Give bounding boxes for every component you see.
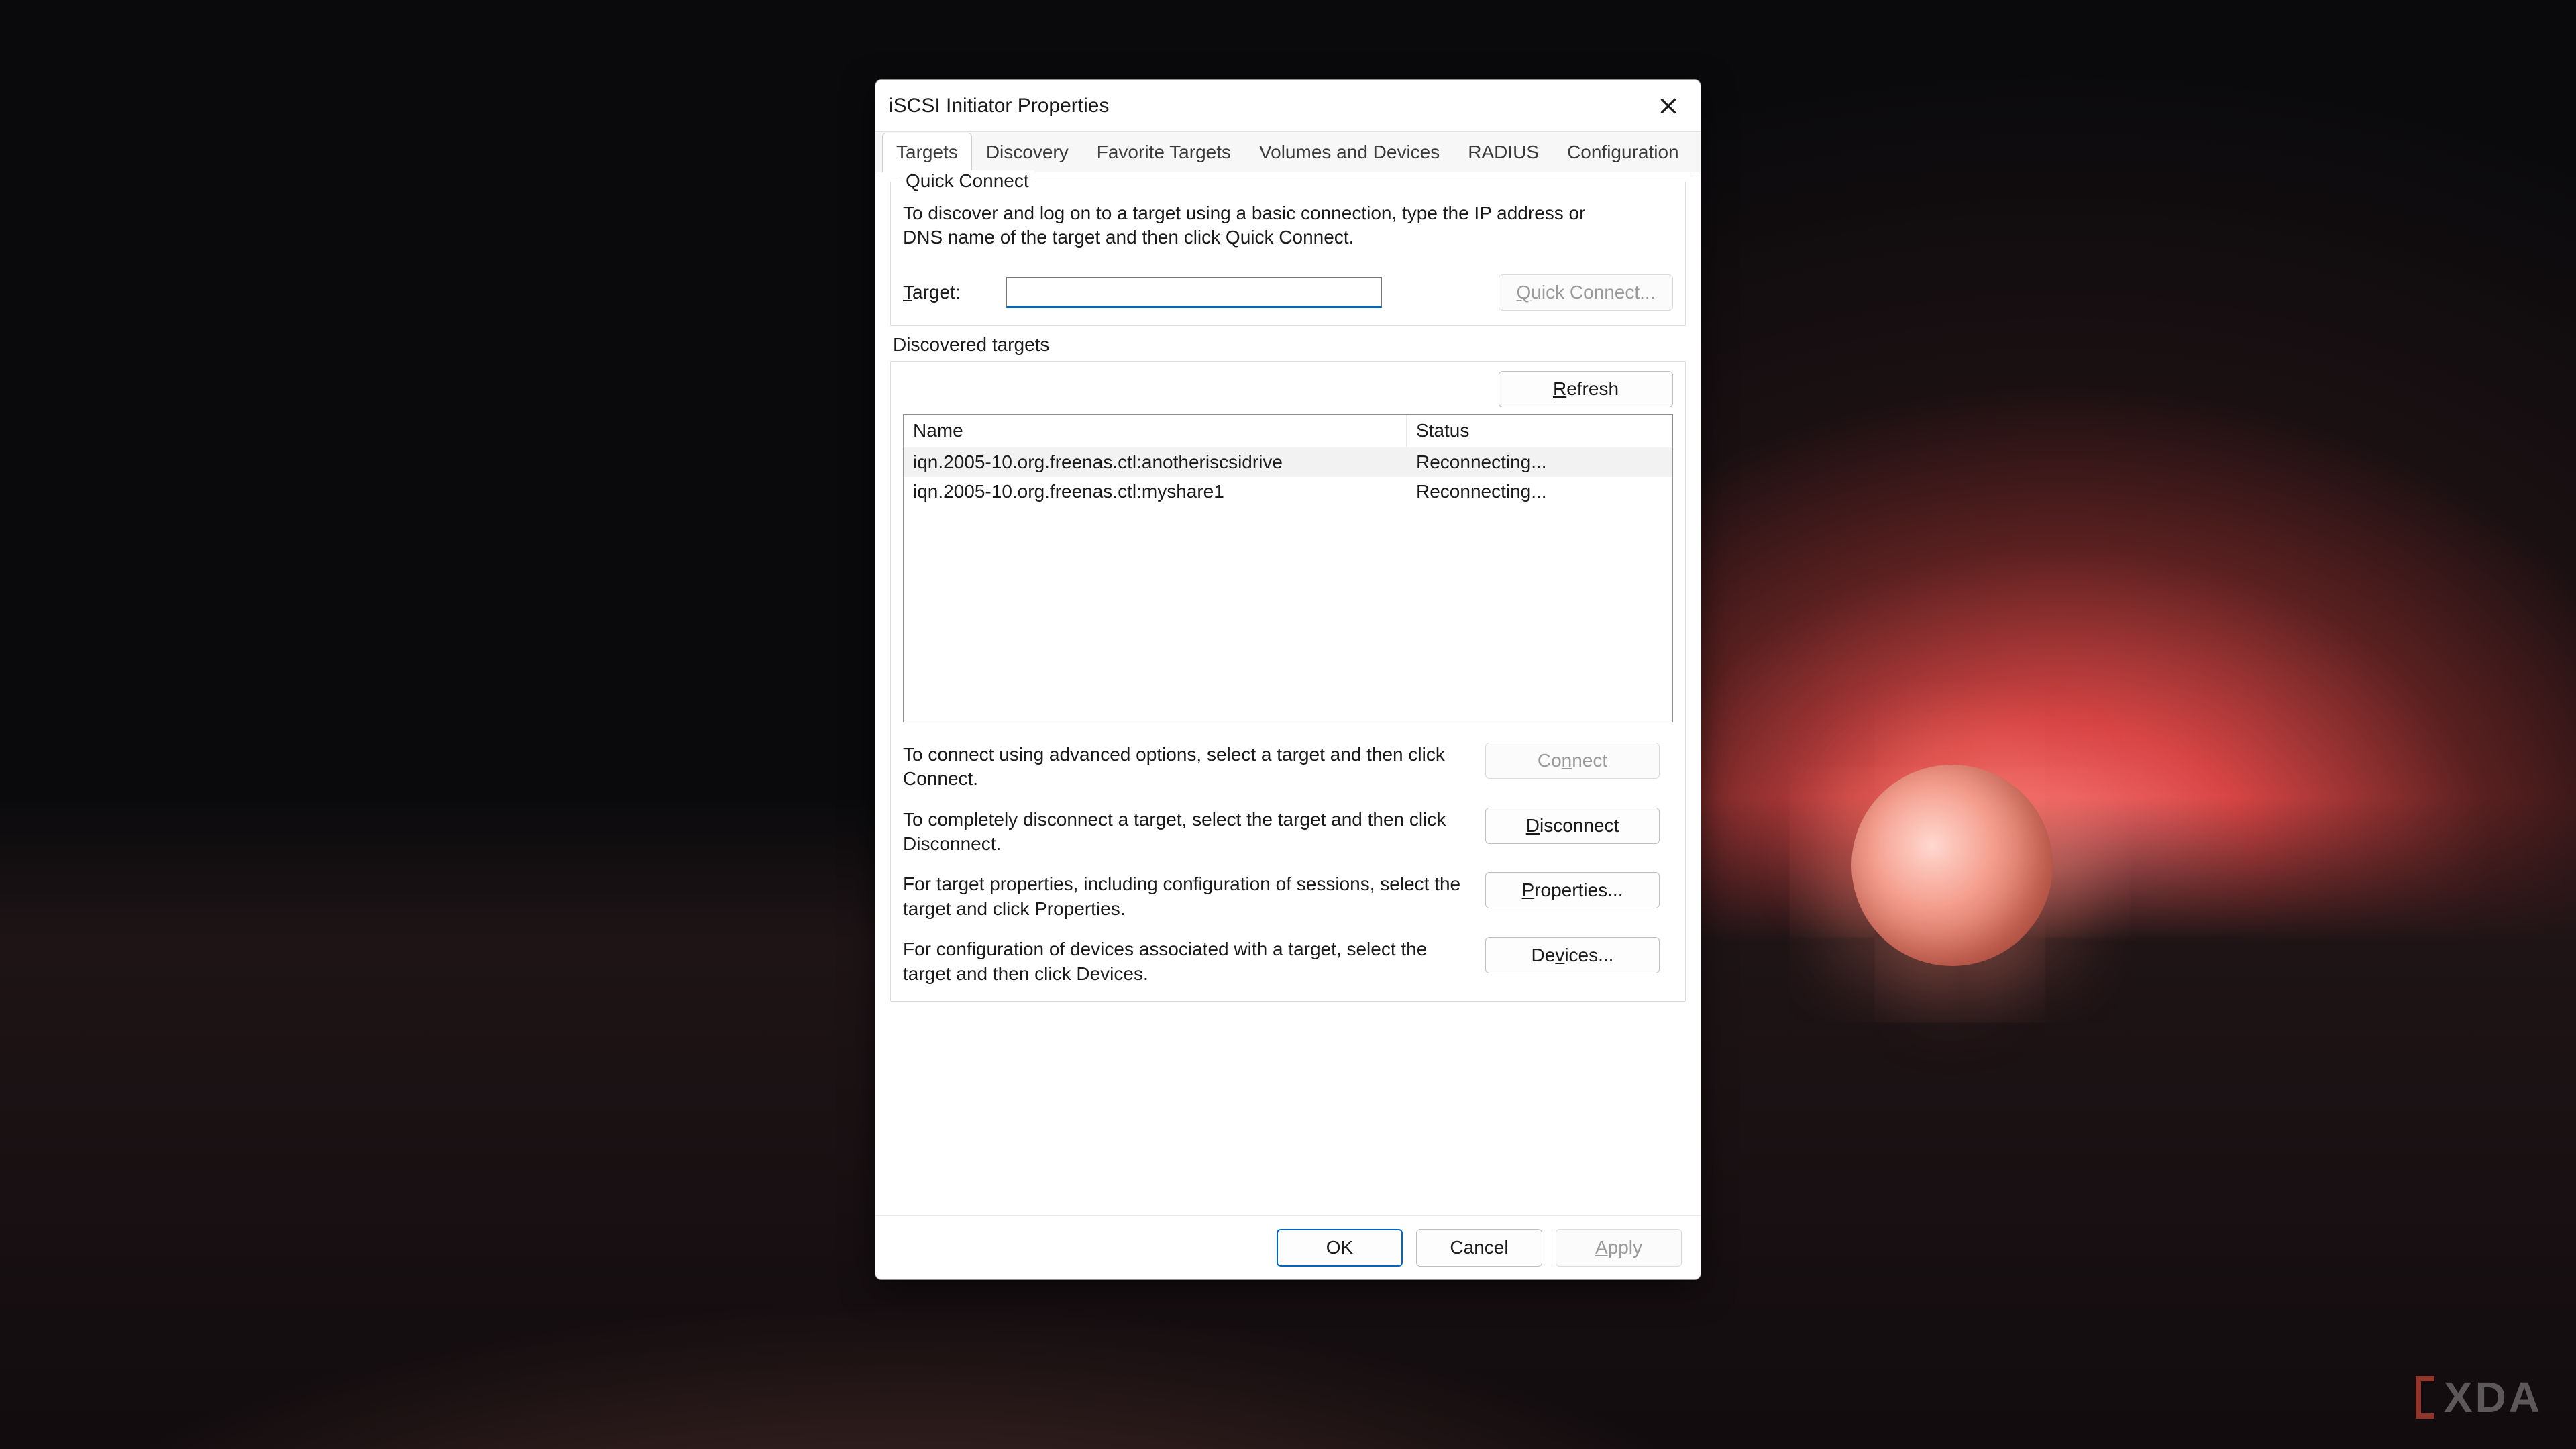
discovered-legend: Discovered targets [890,334,1686,361]
tabpage-targets: Quick Connect To discover and log on to … [875,172,1701,1215]
iscsi-dialog: iSCSI Initiator Properties Targets Disco… [875,79,1701,1280]
dialog-footer: OK Cancel Apply [875,1215,1701,1279]
list-item[interactable]: iqn.2005-10.org.freenas.ctl:anotheriscsi… [904,447,1672,477]
target-label: Target: [903,282,990,303]
connect-button[interactable]: Connect [1485,743,1660,779]
col-name[interactable]: Name [904,415,1407,447]
row-status: Reconnecting... [1407,477,1672,506]
tab-radius[interactable]: RADIUS [1454,133,1553,172]
tab-favorite-targets[interactable]: Favorite Targets [1083,133,1245,172]
watermark-text: XDA [2444,1373,2542,1422]
group-quick-connect: Quick Connect To discover and log on to … [890,182,1686,326]
quick-connect-legend: Quick Connect [900,170,1034,192]
dialog-title: iSCSI Initiator Properties [889,95,1639,117]
row-name: iqn.2005-10.org.freenas.ctl:myshare1 [904,477,1407,506]
tabstrip: Targets Discovery Favorite Targets Volum… [875,132,1701,172]
tab-targets[interactable]: Targets [882,133,972,172]
ok-button[interactable]: OK [1277,1229,1403,1267]
group-discovered: Refresh Name Status iqn.2005-10.org.free… [890,361,1686,1002]
row-name: iqn.2005-10.org.freenas.ctl:anotheriscsi… [904,447,1407,477]
devices-button[interactable]: Devices... [1485,937,1660,973]
wallpaper-moon [1851,765,2053,966]
tab-configuration[interactable]: Configuration [1553,133,1693,172]
disconnect-button[interactable]: Disconnect [1485,808,1660,844]
row-status: Reconnecting... [1407,447,1672,477]
connect-help: To connect using advanced options, selec… [903,743,1468,792]
close-icon [1660,97,1677,115]
col-status[interactable]: Status [1407,415,1672,447]
list-item[interactable]: iqn.2005-10.org.freenas.ctl:myshare1 Rec… [904,477,1672,506]
target-input[interactable] [1006,277,1382,308]
apply-button[interactable]: Apply [1556,1229,1682,1267]
tab-volumes-devices[interactable]: Volumes and Devices [1245,133,1454,172]
watermark: XDA [2416,1373,2542,1422]
close-button[interactable] [1639,83,1698,129]
quick-connect-button[interactable]: Quick Connect... [1499,274,1673,311]
refresh-button[interactable]: Refresh [1499,371,1673,407]
targets-listview[interactable]: Name Status iqn.2005-10.org.freenas.ctl:… [903,414,1673,722]
devices-help: For configuration of devices associated … [903,937,1468,986]
listview-header: Name Status [904,415,1672,447]
disconnect-help: To completely disconnect a target, selec… [903,808,1468,857]
cancel-button[interactable]: Cancel [1416,1229,1542,1267]
properties-button[interactable]: Properties... [1485,872,1660,908]
quick-connect-description: To discover and log on to a target using… [903,201,1611,250]
tab-discovery[interactable]: Discovery [972,133,1083,172]
titlebar: iSCSI Initiator Properties [875,80,1701,132]
properties-help: For target properties, including configu… [903,872,1468,921]
